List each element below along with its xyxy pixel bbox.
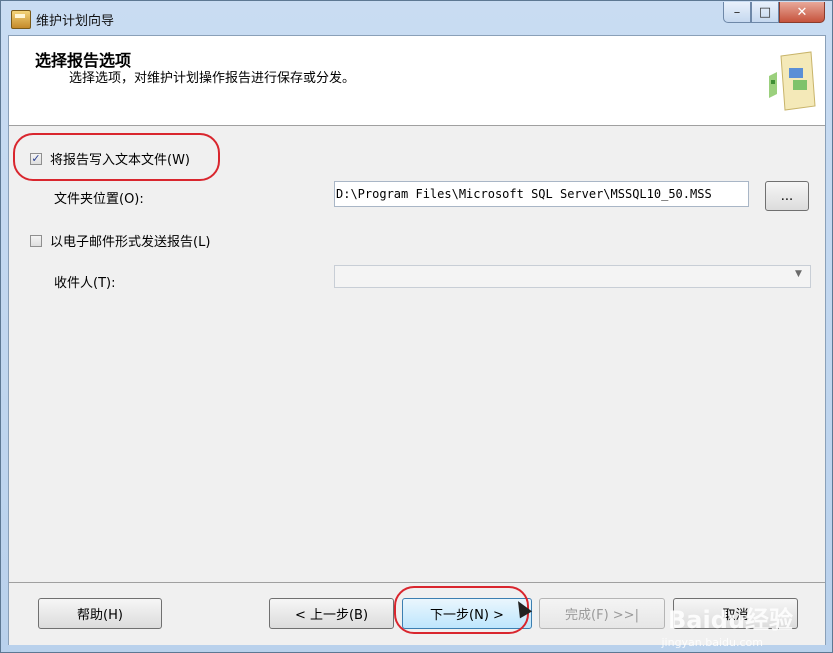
wizard-content: 选择报告选项 选择选项，对维护计划操作报告进行保存或分发。 ✓ 将报告写入文本文…: [8, 35, 826, 645]
recipient-dropdown[interactable]: [334, 265, 811, 288]
chevron-down-icon: ▼: [795, 269, 802, 279]
recipient-label: 收件人(T):: [54, 276, 116, 291]
email-report-label[interactable]: 以电子邮件形式发送报告(L): [50, 231, 210, 250]
title-bar[interactable]: 维护计划向导 – □ ✕: [1, 1, 832, 35]
watermark-url: jingyan.baidu.com: [661, 636, 763, 649]
write-to-file-checkbox[interactable]: ✓: [30, 153, 42, 165]
minimize-icon[interactable]: –: [723, 2, 751, 23]
watermark-brand: Baidu经验: [668, 606, 793, 634]
email-report-checkbox[interactable]: [30, 235, 42, 247]
options-panel: ✓ 将报告写入文本文件(W) 文件夹位置(O): D:\Program File…: [9, 126, 825, 582]
help-button[interactable]: 帮助(H): [38, 598, 162, 629]
window-controls: – □ ✕: [723, 2, 825, 24]
close-icon[interactable]: ✕: [779, 2, 825, 23]
wizard-header: 选择报告选项 选择选项，对维护计划操作报告进行保存或分发。: [9, 36, 825, 126]
finish-button[interactable]: 完成(F) >>|: [539, 598, 665, 629]
app-icon: [11, 10, 31, 29]
browse-button[interactable]: ...: [765, 181, 809, 211]
folder-location-label: 文件夹位置(O):: [54, 192, 144, 207]
maximize-icon[interactable]: □: [751, 2, 779, 23]
page-subtitle: 选择选项，对维护计划操作报告进行保存或分发。: [69, 71, 356, 86]
folder-location-field[interactable]: D:\Program Files\Microsoft SQL Server\MS…: [334, 181, 749, 207]
window-title: 维护计划向导: [36, 14, 115, 29]
wizard-window: 维护计划向导 – □ ✕ 选择报告选项 选择选项，对维护计划操作报告进行保存或分…: [0, 0, 833, 653]
write-to-file-label[interactable]: 将报告写入文本文件(W): [50, 149, 190, 168]
next-button[interactable]: 下一步(N) >: [402, 598, 532, 629]
wizard-graphic-icon: [769, 51, 816, 111]
back-button[interactable]: < 上一步(B): [269, 598, 394, 629]
